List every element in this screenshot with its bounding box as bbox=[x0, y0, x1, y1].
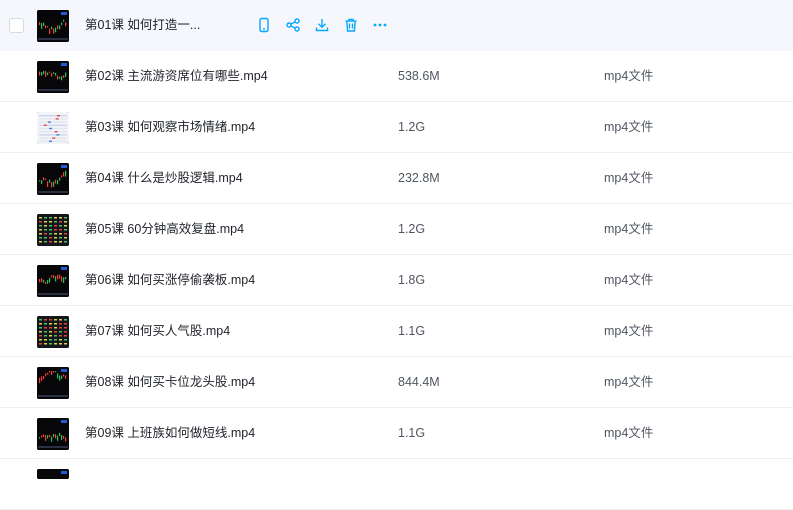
file-size: 844.4M bbox=[398, 375, 440, 389]
file-size: 1.2G bbox=[398, 120, 426, 134]
phone-icon bbox=[259, 17, 269, 33]
file-name[interactable]: 第06课 如何买涨停偷袭板.mp4 bbox=[85, 255, 255, 306]
file-size: 1.8G bbox=[398, 273, 426, 287]
thumbnail-image bbox=[37, 265, 69, 297]
file-type: mp4文件 bbox=[604, 69, 654, 83]
thumbnail-image bbox=[37, 367, 69, 399]
thumbnail-image bbox=[37, 418, 69, 450]
row-actions bbox=[254, 15, 390, 37]
file-row[interactable]: 第04课 什么是炒股逻辑.mp4 232.8M mp4文件 bbox=[0, 153, 793, 204]
file-name[interactable]: 第01课 如何打造一... bbox=[85, 0, 200, 51]
video-thumbnail[interactable] bbox=[37, 469, 69, 479]
thumbnail-image bbox=[37, 10, 69, 42]
file-type: mp4文件 bbox=[604, 273, 654, 287]
more-icon bbox=[373, 23, 387, 27]
file-row[interactable] bbox=[0, 459, 793, 510]
thumbnail-image bbox=[37, 214, 69, 246]
file-size: 232.8M bbox=[398, 171, 440, 185]
file-row[interactable]: 第06课 如何买涨停偷袭板.mp4 1.8G mp4文件 bbox=[0, 255, 793, 306]
file-row[interactable]: 第02课 主流游资席位有哪些.mp4 538.6M mp4文件 bbox=[0, 51, 793, 102]
thumbnail-image bbox=[37, 469, 69, 479]
file-size: 1.1G bbox=[398, 426, 426, 440]
more-button[interactable] bbox=[370, 15, 390, 35]
file-type: mp4文件 bbox=[604, 171, 654, 185]
download-button[interactable] bbox=[312, 15, 332, 35]
trash-icon bbox=[345, 18, 357, 32]
file-type: mp4文件 bbox=[604, 426, 654, 440]
download-icon bbox=[315, 19, 329, 32]
share-button[interactable] bbox=[283, 15, 303, 35]
thumbnail-image bbox=[37, 61, 69, 93]
file-row[interactable]: 第09课 上班族如何做短线.mp4 1.1G mp4文件 bbox=[0, 408, 793, 459]
file-name[interactable]: 第07课 如何买人气股.mp4 bbox=[85, 306, 230, 357]
file-name[interactable]: 第05课 60分钟高效复盘.mp4 bbox=[85, 204, 244, 255]
share-icon bbox=[286, 18, 300, 32]
file-size: 1.1G bbox=[398, 324, 426, 338]
file-row[interactable]: 第03课 如何观察市场情绪.mp4 1.2G mp4文件 bbox=[0, 102, 793, 153]
file-name[interactable]: 第02课 主流游资席位有哪些.mp4 bbox=[85, 51, 268, 102]
video-thumbnail[interactable] bbox=[37, 10, 69, 42]
thumbnail-image bbox=[37, 163, 69, 195]
delete-button[interactable] bbox=[341, 15, 361, 35]
file-size: 1.2G bbox=[398, 222, 426, 236]
file-type: mp4文件 bbox=[604, 324, 654, 338]
video-thumbnail[interactable] bbox=[37, 61, 69, 93]
video-thumbnail[interactable] bbox=[37, 265, 69, 297]
row-checkbox[interactable] bbox=[9, 18, 24, 33]
file-row[interactable]: 第01课 如何打造一... bbox=[0, 0, 793, 51]
thumbnail-image bbox=[37, 316, 69, 348]
file-row[interactable]: 第08课 如何买卡位龙头股.mp4 844.4M mp4文件 bbox=[0, 357, 793, 408]
video-thumbnail[interactable] bbox=[37, 112, 69, 144]
file-name[interactable]: 第04课 什么是炒股逻辑.mp4 bbox=[85, 153, 243, 204]
thumbnail-image bbox=[37, 112, 69, 144]
file-size: 538.6M bbox=[398, 69, 440, 83]
file-row[interactable]: 第07课 如何买人气股.mp4 1.1G mp4文件 bbox=[0, 306, 793, 357]
video-thumbnail[interactable] bbox=[37, 316, 69, 348]
file-name[interactable]: 第03课 如何观察市场情绪.mp4 bbox=[85, 102, 255, 153]
video-thumbnail[interactable] bbox=[37, 163, 69, 195]
file-type: mp4文件 bbox=[604, 120, 654, 134]
file-name[interactable]: 第09课 上班族如何做短线.mp4 bbox=[85, 408, 255, 459]
file-type: mp4文件 bbox=[604, 375, 654, 389]
send-to-phone-button[interactable] bbox=[254, 15, 274, 35]
file-list: 第01课 如何打造一... 第02课 主流游资席位有哪些.mp4 538.6M mp4… bbox=[0, 0, 793, 510]
file-type: mp4文件 bbox=[604, 222, 654, 236]
video-thumbnail[interactable] bbox=[37, 367, 69, 399]
video-thumbnail[interactable] bbox=[37, 418, 69, 450]
file-row[interactable]: 第05课 60分钟高效复盘.mp4 1.2G mp4文件 bbox=[0, 204, 793, 255]
video-thumbnail[interactable] bbox=[37, 214, 69, 246]
file-name[interactable]: 第08课 如何买卡位龙头股.mp4 bbox=[85, 357, 255, 408]
